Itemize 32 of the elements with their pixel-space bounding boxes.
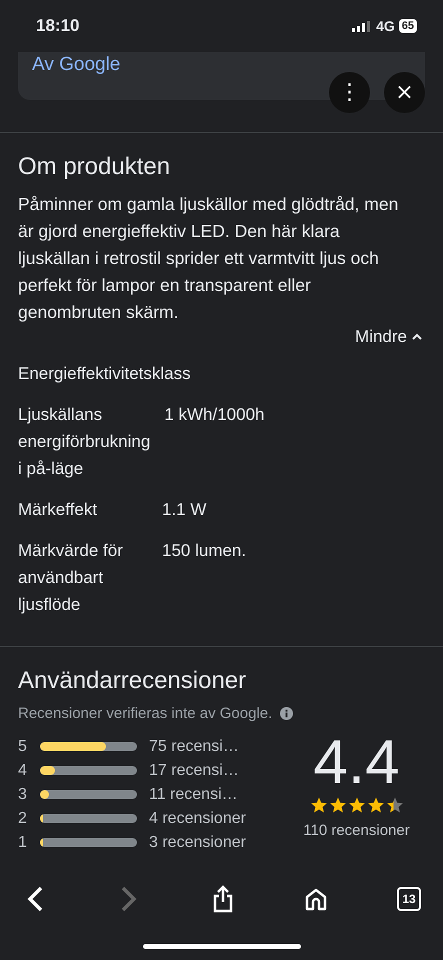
total-reviews: 110 recensioner — [303, 822, 410, 839]
spec-value: 1.1 W — [162, 499, 206, 521]
network-label: 4G — [376, 18, 395, 34]
signal-icon — [352, 20, 370, 32]
average-rating: 4.4 — [313, 730, 400, 796]
clock: 18:10 — [36, 16, 80, 36]
section-title: Om produkten — [18, 153, 172, 181]
star-number: 4 — [18, 762, 28, 780]
spec-value: 1 kWh/1000h — [164, 404, 264, 426]
show-less-button[interactable]: Mindre — [355, 326, 423, 348]
section-title: Användarrecensioner — [18, 667, 248, 695]
product-description: Påminner om gamla ljuskällor med glödtråd, men är gjord energieffektiv LED. Den här klara ljuskällan i retrostil sprider ett varmtvitt ljus och perfekt för lampor en transparent eller genombruten skärm. — [18, 193, 400, 324]
review-count: 4 recensioner — [149, 810, 246, 828]
spec-label: Märkvärde för användbart ljusflöde — [18, 540, 124, 616]
review-count: 75 recensi… — [149, 738, 239, 756]
star-number: 5 — [18, 738, 28, 756]
star-number: 2 — [18, 810, 28, 828]
tabs-button[interactable]: 13 — [397, 887, 421, 911]
review-count: 17 recensi… — [149, 762, 239, 780]
review-count: 3 recensioner — [149, 834, 246, 852]
star-number: 3 — [18, 786, 28, 804]
spec-label: Energieffektivitetsklass — [18, 363, 191, 385]
chevron-up-icon — [411, 333, 423, 341]
spec-value: 150 lumen. — [162, 540, 246, 562]
review-count: 11 recensi… — [149, 786, 238, 804]
spec-label: Ljuskällans energiförbrukning i på-läge — [18, 404, 150, 480]
battery-level: 65 — [398, 19, 417, 33]
info-icon[interactable] — [280, 707, 294, 720]
star-number: 1 — [18, 834, 28, 852]
source-link[interactable]: Av Google — [32, 54, 120, 75]
spec-label: Märkeffekt — [18, 499, 98, 521]
disclaimer-text: Recensioner verifieras inte av Google. — [18, 705, 272, 722]
